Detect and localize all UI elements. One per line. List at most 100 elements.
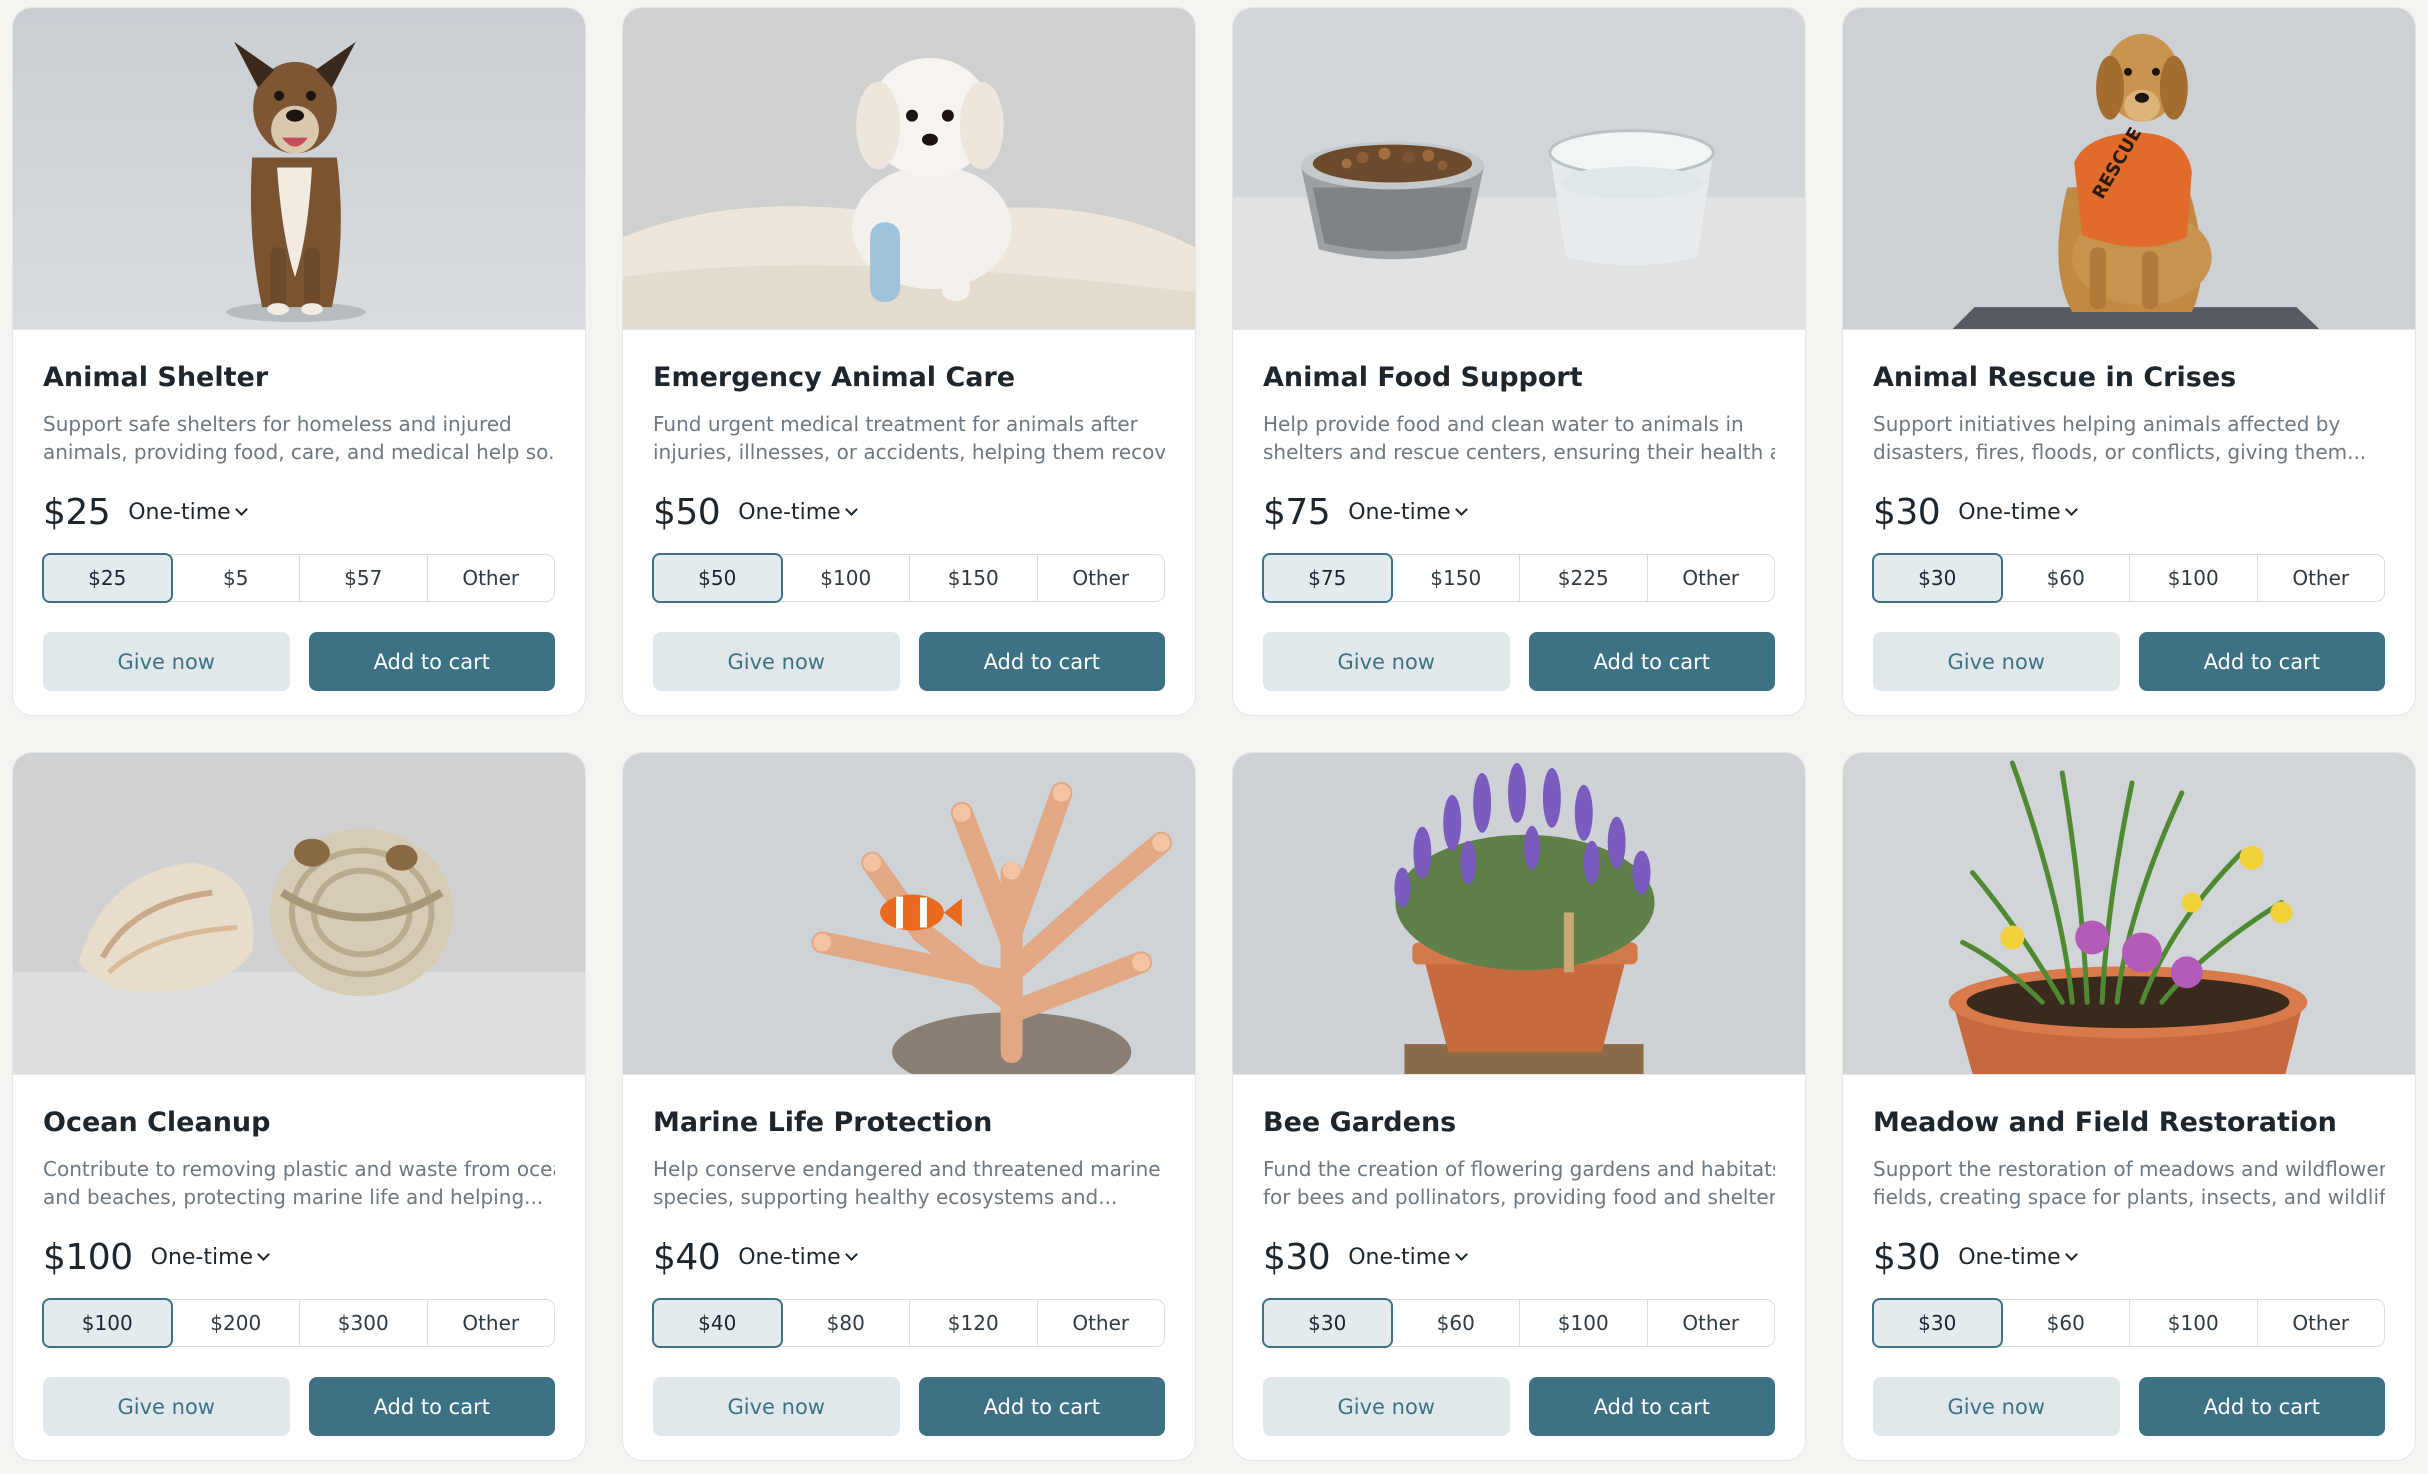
amount-option-other[interactable]: Other [2256, 555, 2385, 602]
amount-option[interactable]: $5 [173, 555, 300, 601]
add-to-cart-button[interactable]: Add to cart [2138, 1377, 2385, 1437]
frequency-dropdown[interactable]: One-time [1958, 1244, 2078, 1270]
frequency-label: One-time [128, 499, 231, 525]
frequency-dropdown[interactable]: One-time [1958, 500, 2078, 525]
description-line: Help provide food and clean water to ani… [1263, 412, 1744, 437]
give-now-button[interactable]: Give now [1263, 1377, 1510, 1437]
chevron-down-icon [1454, 1248, 1468, 1262]
add-to-cart-button[interactable]: Add to cart [308, 632, 555, 692]
give-now-button[interactable]: Give now [1873, 632, 2120, 692]
price-row: $30 One-time [1263, 1233, 1775, 1281]
amount-option[interactable]: $100 [2129, 1300, 2257, 1347]
price-value: $100 [43, 1236, 133, 1278]
rescue-dog-vest-photo[interactable]: RESCUE [1843, 8, 2415, 330]
frequency-dropdown[interactable]: One-time [738, 499, 858, 525]
add-to-cart-button[interactable]: Add to cart [918, 1377, 1165, 1437]
price-row: $75 One-time [1263, 488, 1775, 536]
wildflower-pot-photo[interactable] [1843, 753, 2415, 1075]
card-title: Animal Rescue in Crises [1873, 362, 2237, 393]
card-title: Ocean Cleanup [43, 1107, 271, 1138]
add-to-cart-button[interactable]: Add to cart [1528, 1377, 1775, 1437]
add-to-cart-button[interactable]: Add to cart [308, 1377, 555, 1437]
card-actions: Give now Add to cart [1263, 632, 1775, 692]
amount-selector: $40 $80 $120 Other [652, 1298, 1165, 1349]
amount-option-other[interactable]: Other [2256, 1300, 2385, 1347]
frequency-label: One-time [738, 1244, 841, 1270]
amount-option[interactable]: $30 [1262, 1298, 1393, 1349]
amount-option[interactable]: $30 [1872, 1298, 2003, 1349]
amount-option[interactable]: $225 [1519, 555, 1647, 602]
add-to-cart-button[interactable]: Add to cart [1528, 632, 1775, 692]
amount-option[interactable]: $100 [783, 555, 910, 601]
card-description: Fund urgent medical treatment for animal… [653, 410, 1165, 466]
amount-option[interactable]: $150 [1393, 555, 1520, 601]
amount-option[interactable]: $60 [2003, 555, 2130, 601]
chevron-down-icon [2064, 503, 2078, 517]
description-line: and beaches, protecting marine life and … [43, 1185, 544, 1210]
description-line: fields, creating space for plants, insec… [1873, 1185, 2385, 1210]
frequency-dropdown[interactable]: One-time [150, 1244, 270, 1270]
amount-option-other[interactable]: Other [1036, 1300, 1165, 1347]
description-line: Help conserve endangered and threatened … [653, 1157, 1161, 1182]
frequency-dropdown[interactable]: One-time [128, 499, 248, 525]
donation-card-bee-gardens: Bee Gardens Fund the creation of floweri… [1232, 752, 1806, 1461]
chevron-down-icon [1454, 503, 1468, 517]
give-now-button[interactable]: Give now [653, 632, 900, 692]
card-description: Support the restoration of meadows and w… [1873, 1155, 2385, 1211]
food-and-water-bowls-photo[interactable] [1233, 8, 1805, 330]
coral-and-clownfish-photo[interactable] [623, 753, 1195, 1075]
amount-option[interactable]: $60 [2003, 1300, 2130, 1346]
seashell-and-rope-photo[interactable] [13, 753, 585, 1075]
amount-option[interactable]: $100 [2129, 555, 2257, 602]
donation-grid: Animal Shelter Support safe shelters for… [12, 7, 2416, 1461]
amount-option[interactable]: $75 [1262, 553, 1393, 604]
amount-option[interactable]: $300 [299, 1300, 427, 1347]
amount-option-other[interactable]: Other [426, 555, 555, 602]
donation-card-emergency-animal-care: Emergency Animal Care Fund urgent medica… [622, 7, 1196, 716]
add-to-cart-button[interactable]: Add to cart [918, 632, 1165, 692]
frequency-label: One-time [1958, 1244, 2061, 1270]
amount-option[interactable]: $120 [909, 1300, 1037, 1347]
amount-selector: $75 $150 $225 Other [1262, 553, 1775, 604]
lavender-pot-photo[interactable] [1233, 753, 1805, 1075]
frequency-label: One-time [738, 499, 841, 525]
chevron-down-icon [257, 1248, 270, 1262]
frequency-dropdown[interactable]: One-time [1348, 1245, 1468, 1270]
give-now-button[interactable]: Give now [1263, 632, 1510, 692]
amount-option[interactable]: $150 [909, 555, 1037, 602]
price-value: $75 [1263, 491, 1331, 533]
amount-option[interactable]: $25 [42, 553, 173, 604]
amount-option[interactable]: $60 [1393, 1300, 1520, 1346]
card-actions: Give now Add to cart [1873, 1377, 2385, 1437]
give-now-button[interactable]: Give now [43, 632, 290, 692]
dog-sitting-photo[interactable] [13, 8, 585, 330]
frequency-label: One-time [150, 1244, 254, 1270]
frequency-dropdown[interactable]: One-time [1348, 500, 1468, 525]
amount-option[interactable]: $200 [173, 1300, 300, 1346]
chevron-down-icon [844, 503, 858, 517]
card-description: Support initiatives helping animals affe… [1873, 410, 2385, 466]
amount-option[interactable]: $40 [652, 1298, 783, 1349]
donation-card-animal-shelter: Animal Shelter Support safe shelters for… [12, 7, 586, 716]
amount-option-other[interactable]: Other [1646, 1300, 1775, 1347]
amount-option-other[interactable]: Other [1646, 555, 1775, 602]
card-actions: Give now Add to cart [43, 1377, 555, 1437]
amount-option[interactable]: $80 [783, 1300, 910, 1346]
amount-option[interactable]: $100 [1519, 1300, 1647, 1347]
give-now-button[interactable]: Give now [1873, 1377, 2120, 1437]
card-description: Support safe shelters for homeless and i… [43, 410, 555, 466]
card-actions: Give now Add to cart [653, 1377, 1165, 1437]
description-line: disasters, fires, floods, or conflicts, … [1873, 440, 2367, 465]
frequency-dropdown[interactable]: One-time [738, 1244, 858, 1270]
amount-option[interactable]: $100 [42, 1298, 173, 1349]
white-puppy-bandaged-leg-photo[interactable] [623, 8, 1195, 330]
give-now-button[interactable]: Give now [43, 1377, 290, 1437]
amount-selector: $30 $60 $100 Other [1872, 553, 2385, 604]
amount-option-other[interactable]: Other [426, 1300, 555, 1347]
give-now-button[interactable]: Give now [653, 1377, 900, 1437]
amount-option-other[interactable]: Other [1036, 555, 1165, 602]
amount-option[interactable]: $50 [652, 553, 783, 604]
amount-option[interactable]: $30 [1872, 553, 2003, 604]
amount-option[interactable]: $57 [299, 555, 427, 602]
add-to-cart-button[interactable]: Add to cart [2138, 632, 2385, 692]
